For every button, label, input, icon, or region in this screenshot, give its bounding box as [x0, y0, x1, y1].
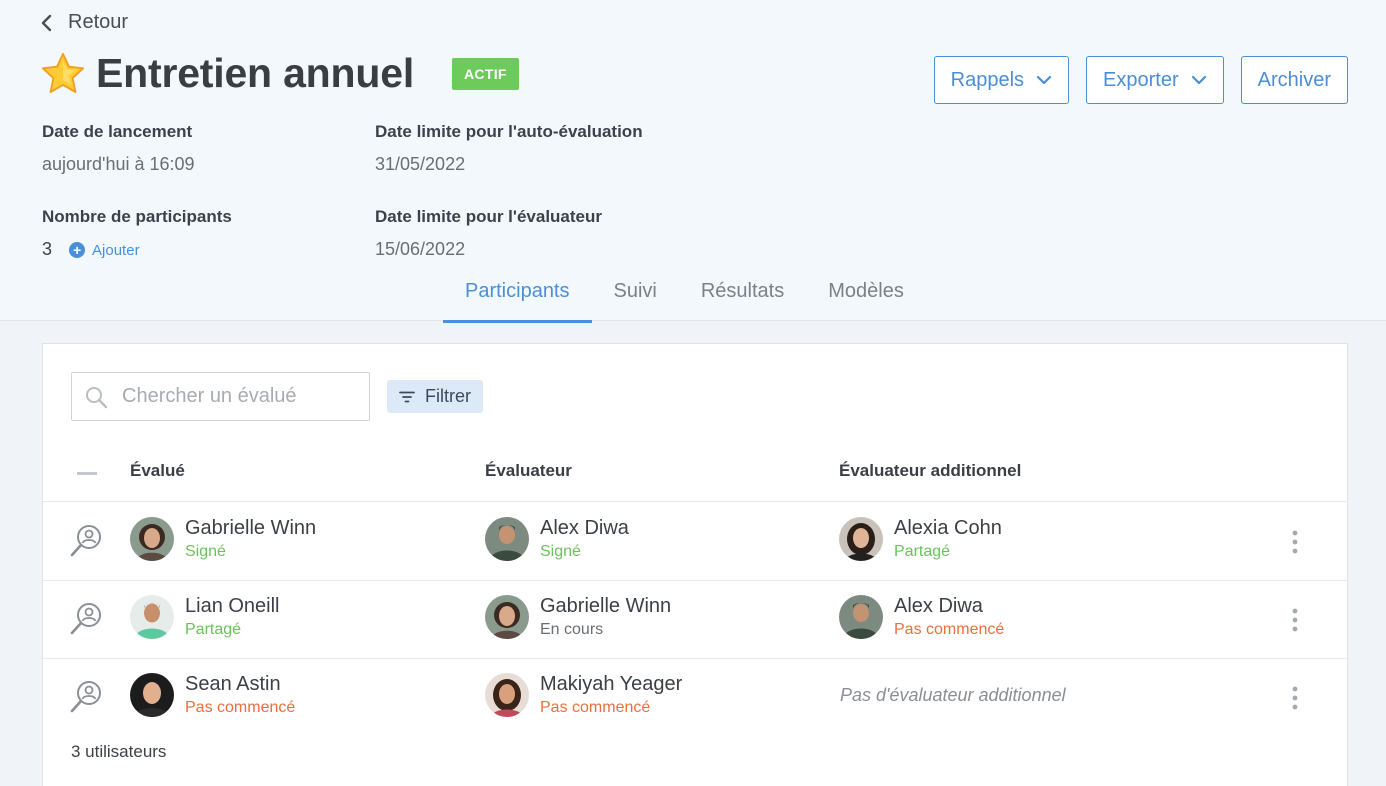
evaluee-name: Sean Astin — [185, 673, 281, 695]
additional-evaluator-name: Alex Diwa — [894, 595, 983, 617]
title-row: Entretien annuel ACTIF — [40, 50, 519, 97]
column-additional-evaluator: Évaluateur additionnel — [839, 461, 1022, 480]
evaluee-status: Partagé — [185, 621, 242, 638]
evaluator-status: Signé — [540, 543, 581, 560]
evaluee-status: Signé — [185, 543, 226, 560]
add-participant-link[interactable]: + Ajouter — [69, 242, 140, 259]
avatar — [130, 595, 174, 639]
evaluee-cell: Gabrielle Winn Signé — [130, 517, 316, 561]
launch-date-value: aujourd'hui à 16:09 — [42, 154, 195, 174]
tab-suivi[interactable]: Suivi — [592, 272, 679, 323]
launch-date-label: Date de lancement — [42, 122, 193, 141]
kebab-menu-icon[interactable] — [1283, 607, 1307, 633]
avatar — [485, 673, 529, 717]
tab-bar: Participants Suivi Résultats Modèles — [443, 272, 926, 323]
tab-resultats[interactable]: Résultats — [679, 272, 806, 323]
table-row[interactable]: Sean Astin Pas commencé Makiyah Yeager P… — [43, 659, 1347, 737]
page-title: Entretien annuel — [96, 50, 415, 96]
table-row[interactable]: Gabrielle Winn Signé Alex Diwa Signé Ale… — [43, 503, 1347, 581]
launch-date: Date de lancement aujourd'hui à 16:09 — [42, 122, 195, 175]
no-additional-evaluator: Pas d'évaluateur additionnel — [840, 685, 1066, 705]
reminders-button[interactable]: Rappels — [933, 56, 1070, 104]
page-header: Retour Entretien annuel ACTIF Rappels Ex… — [0, 0, 1386, 323]
additional-evaluator-status: Partagé — [894, 543, 951, 560]
additional-evaluator-cell: Alex Diwa Pas commencé — [839, 595, 1004, 639]
column-evaluee: Évalué — [130, 461, 185, 480]
avatar — [485, 517, 529, 561]
evaluee-name: Gabrielle Winn — [185, 517, 317, 539]
back-label: Retour — [68, 11, 129, 33]
search-box — [71, 372, 370, 421]
participants-count-value: 3 — [42, 239, 53, 259]
kebab-menu-icon[interactable] — [1283, 529, 1307, 555]
evaluator-cell: Gabrielle Winn En cours — [485, 595, 671, 639]
tab-participants[interactable]: Participants — [443, 272, 592, 323]
self-eval-deadline: Date limite pour l'auto-évaluation 31/05… — [375, 122, 643, 175]
avatar — [130, 673, 174, 717]
additional-evaluator-cell: Alexia Cohn Partagé — [839, 517, 1002, 561]
chevron-left-icon — [41, 14, 52, 31]
select-all-checkbox[interactable] — [77, 472, 97, 475]
export-label: Exporter — [1103, 68, 1179, 91]
kebab-menu-icon[interactable] — [1283, 685, 1307, 711]
add-participant-label: Ajouter — [92, 241, 140, 259]
user-search-icon — [70, 525, 101, 557]
archive-label: Archiver — [1257, 68, 1331, 91]
search-icon — [86, 386, 108, 408]
chevron-down-icon — [1191, 75, 1206, 85]
evaluator-status: En cours — [540, 621, 604, 638]
avatar — [130, 517, 174, 561]
self-eval-deadline-label: Date limite pour l'auto-évaluation — [375, 122, 643, 141]
chevron-down-icon — [1036, 75, 1052, 85]
evaluator-status: Pas commencé — [540, 699, 651, 716]
archive-button[interactable]: Archiver — [1240, 56, 1348, 104]
additional-evaluator-name: Alexia Cohn — [894, 517, 1002, 539]
filter-icon — [399, 391, 415, 402]
user-search-icon — [70, 603, 101, 635]
evaluee-cell: Sean Astin Pas commencé — [130, 673, 295, 717]
self-eval-deadline-value: 31/05/2022 — [375, 154, 466, 174]
search-input[interactable] — [122, 385, 362, 408]
evaluator-deadline: Date limite pour l'évaluateur 15/06/2022 — [375, 207, 602, 260]
status-badge: ACTIF — [452, 57, 519, 90]
back-link[interactable]: Retour — [40, 11, 128, 34]
evaluator-deadline-value: 15/06/2022 — [375, 239, 466, 259]
avatar — [839, 517, 883, 561]
evaluee-name: Lian Oneill — [185, 595, 280, 617]
evaluator-cell: Alex Diwa Signé — [485, 517, 629, 561]
participants-count-label: Nombre de participants — [42, 207, 232, 226]
evaluator-deadline-label: Date limite pour l'évaluateur — [375, 207, 602, 226]
filter-label: Filtrer — [425, 386, 471, 406]
star-icon — [41, 52, 85, 93]
evaluator-name: Gabrielle Winn — [540, 595, 672, 617]
table-header: Évalué Évaluateur Évaluateur additionnel — [43, 447, 1347, 502]
table-row[interactable]: Lian Oneill Partagé Gabrielle Winn En co… — [43, 581, 1347, 659]
avatar — [485, 595, 529, 639]
evaluator-name: Makiyah Yeager — [540, 673, 683, 695]
participants-count-row: 3 + Ajouter — [42, 239, 232, 260]
evaluator-name: Alex Diwa — [540, 517, 629, 539]
column-evaluator: Évaluateur — [485, 461, 572, 480]
filter-button[interactable]: Filtrer — [387, 380, 483, 413]
user-search-icon — [70, 681, 101, 713]
evaluee-cell: Lian Oneill Partagé — [130, 595, 280, 639]
user-count: 3 utilisateurs — [71, 742, 167, 761]
plus-circle-icon: + — [69, 242, 86, 259]
export-button[interactable]: Exporter — [1086, 56, 1224, 104]
evaluee-status: Pas commencé — [185, 699, 296, 716]
reminders-label: Rappels — [950, 68, 1025, 91]
additional-evaluator-status: Pas commencé — [894, 621, 1005, 638]
tab-modeles[interactable]: Modèles — [806, 272, 926, 323]
evaluator-cell: Makiyah Yeager Pas commencé — [485, 673, 682, 717]
participants-card: Filtrer Évalué Évaluateur Évaluateur add… — [42, 343, 1348, 786]
header-actions: Rappels Exporter Archiver — [933, 56, 1348, 104]
participants-count: Nombre de participants 3 + Ajouter — [42, 207, 232, 260]
avatar — [839, 595, 883, 639]
